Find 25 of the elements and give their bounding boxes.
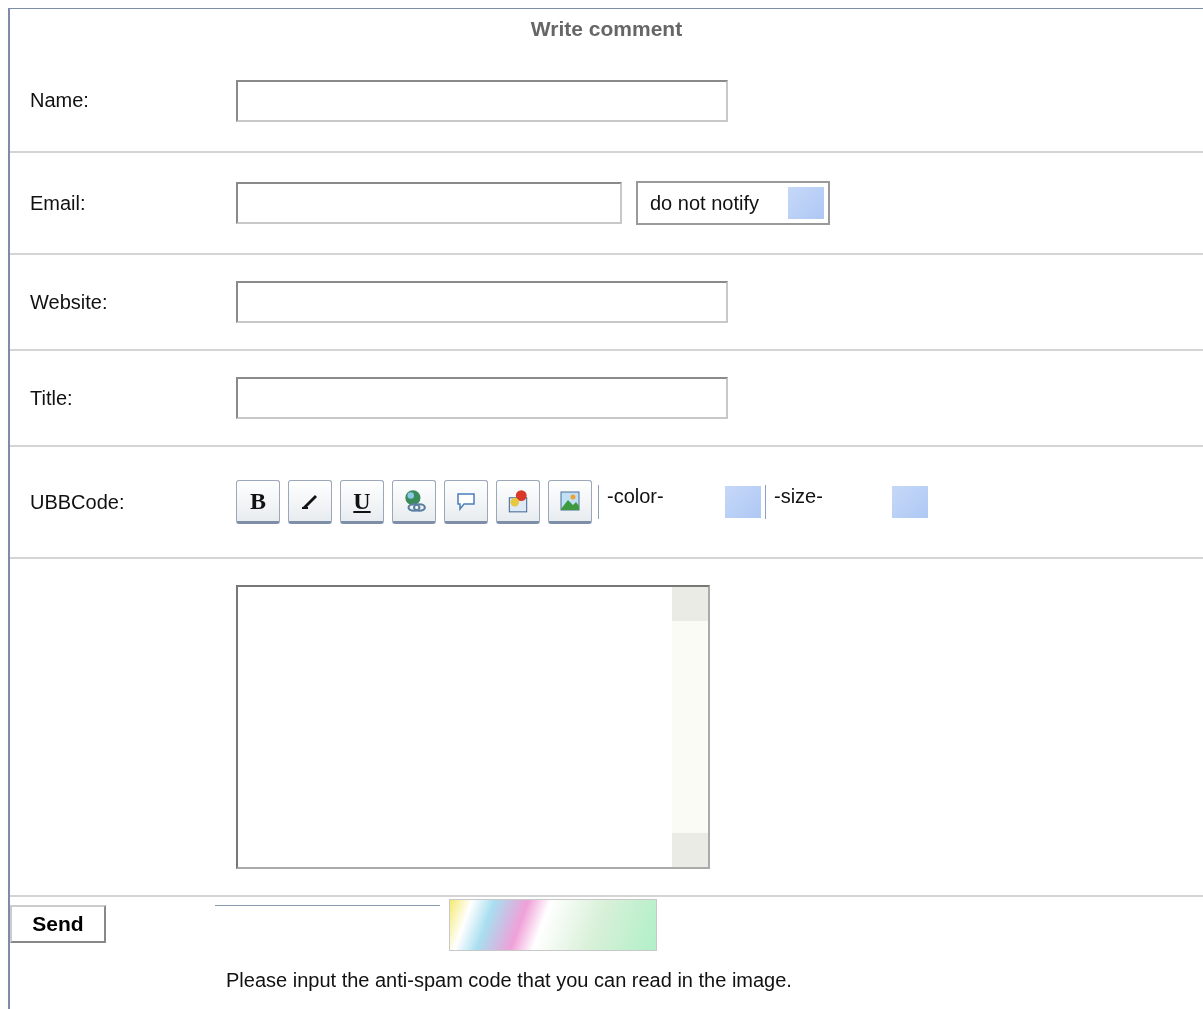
email-field[interactable] [236, 182, 622, 224]
scrollbar[interactable] [672, 587, 708, 867]
link-button[interactable] [392, 480, 436, 524]
field-label: UBBCode: [29, 490, 126, 514]
input-field[interactable] [236, 79, 728, 122]
color-dropdown[interactable]: -color- [598, 485, 761, 519]
field-label: Email: [29, 191, 87, 215]
input-field[interactable] [236, 281, 728, 323]
image-icon [558, 489, 582, 513]
form-title: Write comment [529, 16, 684, 42]
quote-button[interactable] [444, 480, 488, 524]
input-field[interactable] [236, 377, 728, 419]
captcha-hint: Please input the anti-spam code that you can read in the image. [225, 969, 793, 992]
image-button[interactable] [548, 480, 592, 524]
field-label: Website: [29, 290, 109, 314]
send-button[interactable]: Send [10, 905, 106, 943]
notify-dropdown[interactable]: do not notify [636, 181, 830, 225]
bold-button[interactable]: B [236, 480, 280, 524]
italic-button[interactable] [288, 480, 332, 524]
email-button[interactable] [496, 480, 540, 524]
field-label: Name: [29, 89, 90, 112]
field-label: Title: [29, 386, 74, 410]
size-dropdown[interactable]: -size- [765, 485, 928, 519]
comment-textarea[interactable] [236, 585, 710, 869]
underline-button[interactable]: U [340, 480, 384, 524]
